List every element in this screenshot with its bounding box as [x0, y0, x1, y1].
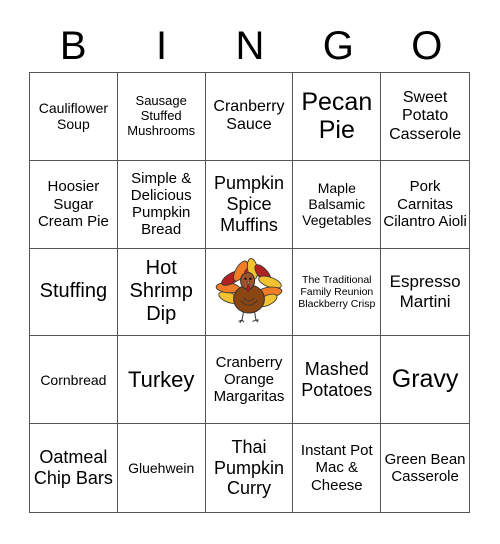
bingo-cell[interactable]: Pumpkin Spice Muffins	[205, 160, 294, 249]
bingo-cell[interactable]: Stuffing	[30, 248, 118, 337]
bingo-cell[interactable]: Green Bean Casserole	[381, 424, 469, 512]
bingo-cell[interactable]: Turkey	[117, 336, 206, 425]
bingo-cell[interactable]: Oatmeal Chip Bars	[30, 424, 118, 512]
bingo-cell[interactable]: Instant Pot Mac & Cheese	[293, 424, 382, 512]
header-letter-i: I	[156, 24, 168, 68]
bingo-cell[interactable]: Gravy	[381, 336, 469, 425]
header-letter-n: N	[235, 24, 265, 68]
bingo-cell[interactable]: Hoosier Sugar Cream Pie	[30, 160, 118, 249]
bingo-cell[interactable]: The Traditional Family Reunion Blackberr…	[293, 248, 382, 337]
free-space[interactable]	[205, 248, 294, 337]
bingo-cell[interactable]: Gluehwein	[118, 424, 206, 512]
bingo-cell[interactable]: Thai Pumpkin Curry	[206, 424, 294, 512]
bingo-cell[interactable]: Sweet Potato Casserole	[381, 73, 469, 161]
bingo-cell[interactable]: Mashed Potatoes	[293, 336, 382, 425]
bingo-cell[interactable]: Pork Carnitas Cilantro Aioli	[381, 161, 469, 249]
bingo-cell[interactable]: Maple Balsamic Vegetables	[293, 160, 382, 249]
bingo-cell[interactable]: Espresso Martini	[381, 249, 469, 337]
header-letter-o: O	[411, 24, 443, 68]
bingo-cell[interactable]: Pecan Pie	[293, 73, 382, 161]
bingo-cell[interactable]: Sausage Stuffed Mushrooms	[117, 73, 206, 161]
bingo-cell[interactable]: Cornbread	[30, 336, 118, 425]
header-letter-g: G	[322, 24, 354, 68]
bingo-cell[interactable]: Cranberry Orange Margaritas	[205, 336, 294, 425]
bingo-header: B I N G O	[29, 20, 471, 72]
bingo-grid: Cauliflower Soup Sausage Stuffed Mushroo…	[29, 72, 470, 513]
bingo-cell[interactable]: Hot Shrimp Dip	[117, 248, 206, 337]
bingo-cell[interactable]: Simple & Delicious Pumpkin Bread	[117, 160, 206, 249]
header-letter-b: B	[59, 24, 87, 68]
bingo-cell[interactable]: Cranberry Sauce	[205, 73, 294, 161]
bingo-cell[interactable]: Cauliflower Soup	[30, 73, 118, 161]
turkey-icon	[215, 258, 283, 324]
